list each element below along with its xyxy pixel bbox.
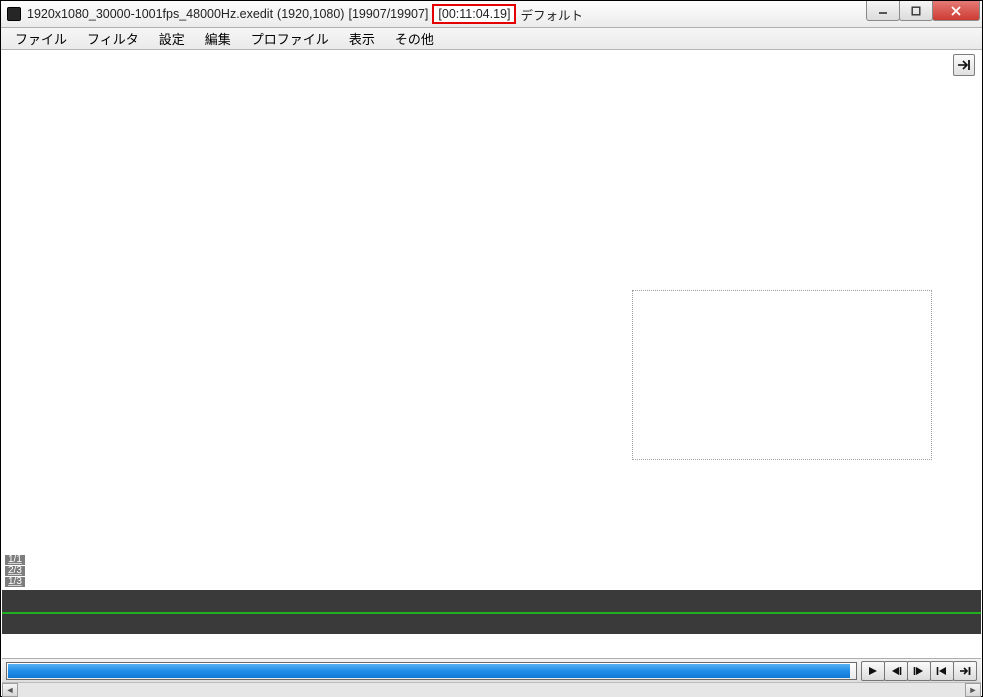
menu-other[interactable]: その他	[387, 27, 442, 50]
timeline-playhead-line	[2, 612, 981, 614]
selection-outline	[632, 290, 932, 460]
go-start-button[interactable]	[930, 661, 954, 681]
layer-mark: 2/3	[5, 566, 25, 576]
transport-buttons	[861, 661, 977, 681]
seek-slider-fill	[8, 664, 850, 678]
menu-filter[interactable]: フィルタ	[79, 27, 147, 50]
menubar: ファイル フィルタ 設定 編集 プロファイル 表示 その他	[1, 28, 982, 50]
menu-view[interactable]: 表示	[341, 27, 383, 50]
menu-settings[interactable]: 設定	[151, 27, 193, 50]
menu-edit[interactable]: 編集	[197, 27, 239, 50]
minimize-button[interactable]	[866, 1, 900, 21]
close-button[interactable]	[932, 1, 980, 21]
preview-canvas[interactable]: 1/1 2/3 1/3	[2, 50, 981, 589]
spacer	[2, 634, 981, 658]
step-forward-button[interactable]	[907, 661, 931, 681]
title-frame-counter: [19907/19907]	[348, 7, 428, 21]
title-resolution: (1920,1080)	[277, 7, 344, 21]
go-end-button[interactable]	[953, 661, 977, 681]
scroll-track[interactable]	[18, 683, 965, 697]
jump-to-end-button[interactable]	[953, 54, 975, 76]
menu-file[interactable]: ファイル	[7, 27, 75, 50]
title-profile: デフォルト	[520, 5, 583, 24]
timeline-strip[interactable]	[2, 590, 981, 634]
title-timecode-highlighted: [00:11:04.19]	[432, 4, 516, 24]
seek-slider[interactable]	[6, 662, 857, 680]
scroll-right-button[interactable]: ►	[965, 683, 981, 697]
scroll-left-button[interactable]: ◄	[2, 683, 18, 697]
step-back-button[interactable]	[884, 661, 908, 681]
layer-marks: 1/1 2/3 1/3	[5, 555, 25, 587]
layer-mark: 1/3	[5, 577, 25, 587]
app-icon	[7, 7, 21, 21]
maximize-button[interactable]	[899, 1, 933, 21]
menu-profile[interactable]: プロファイル	[243, 27, 337, 50]
horizontal-scrollbar[interactable]: ◄ ►	[2, 682, 981, 696]
transport-bar	[2, 658, 981, 682]
play-button[interactable]	[861, 661, 885, 681]
titlebar: 1920x1080_30000-1001fps_48000Hz.exedit (…	[1, 1, 982, 28]
window-controls	[867, 1, 980, 23]
title-filename: 1920x1080_30000-1001fps_48000Hz.exedit	[27, 7, 273, 21]
layer-mark: 1/1	[5, 555, 25, 565]
window-title: 1920x1080_30000-1001fps_48000Hz.exedit (…	[27, 4, 583, 24]
